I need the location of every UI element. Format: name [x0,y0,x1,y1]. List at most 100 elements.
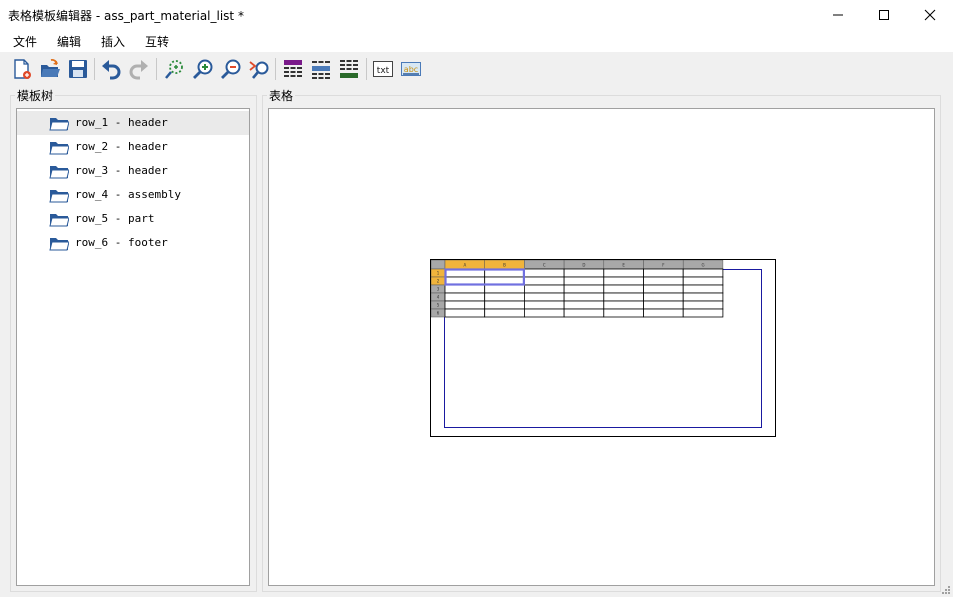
table-sheet[interactable]: ABCDEFG123456 [430,259,776,437]
table-cell[interactable] [524,300,565,310]
txt-icon: txt [373,61,393,77]
table-cell[interactable] [563,268,605,278]
table-cell[interactable] [603,308,644,318]
table-cell[interactable] [603,268,644,278]
row-header-label: 1 [437,271,440,276]
table-cell[interactable] [524,284,565,294]
fit-view-button[interactable] [163,57,187,81]
table-cell[interactable] [682,284,724,294]
column-header-label: B [503,263,506,268]
table-cell[interactable] [524,308,565,318]
zoom-reset-button[interactable] [247,57,271,81]
grid-corner [431,260,446,270]
table-cell[interactable] [563,276,605,286]
table-cell[interactable] [682,292,724,302]
tree-item-label: row_1 - header [75,116,168,129]
new-file-button[interactable] [10,57,34,81]
template-tree[interactable]: row_1 - header row_2 - header row_3 - he… [16,108,250,586]
menu-convert[interactable]: 互转 [143,33,171,50]
redo-button[interactable] [127,57,151,81]
tree-item[interactable]: row_6 - footer [17,231,249,255]
table-cell[interactable] [643,292,684,302]
table-style-3-button[interactable] [337,57,361,81]
table-cell[interactable] [484,292,525,302]
menu-edit[interactable]: 编辑 [55,33,83,50]
folder-icon [49,190,69,203]
table-cell[interactable] [484,284,525,294]
open-folder-button[interactable] [38,57,62,81]
table-style-3-icon [340,60,358,78]
maximize-icon [879,10,889,20]
table-cell[interactable] [524,276,565,286]
row-header-label: 6 [437,311,440,316]
table-cell[interactable] [444,292,486,302]
save-button[interactable] [66,57,90,81]
table-cell[interactable] [643,276,684,286]
table-cell[interactable] [524,268,565,278]
table-cell[interactable] [563,300,605,310]
undo-button[interactable] [99,57,123,81]
toolbar: txt abc [0,52,953,84]
column-header-label: D [582,263,585,268]
close-icon [924,9,936,21]
menu-bar: 文件 编辑 插入 互转 [0,30,953,52]
table-cell[interactable] [643,308,684,318]
minimize-button[interactable] [815,0,861,30]
table-style-2-button[interactable] [309,57,333,81]
table-cell[interactable] [643,300,684,310]
zoom-in-button[interactable] [191,57,215,81]
table-cell[interactable] [603,276,644,286]
tree-panel-title: 模板树 [15,87,56,104]
menu-insert[interactable]: 插入 [99,33,127,50]
undo-icon [102,60,121,80]
close-button[interactable] [907,0,953,30]
tree-item-label: row_3 - header [75,164,168,177]
tree-item[interactable]: row_5 - part [17,207,249,231]
table-cell[interactable] [444,284,486,294]
table-cell[interactable] [524,292,565,302]
table-cell[interactable] [682,268,724,278]
table-cell[interactable] [603,300,644,310]
table-style-1-icon [284,60,302,77]
tree-item-label: row_2 - header [75,140,168,153]
table-cell[interactable] [563,308,605,318]
table-cell[interactable] [484,300,525,310]
zoom-out-button[interactable] [219,57,243,81]
table-cell[interactable] [603,284,644,294]
folder-icon [49,118,69,131]
table-grid[interactable]: A B C D E F G123456 [431,260,777,438]
resize-grip-icon[interactable] [941,585,951,595]
table-cell[interactable] [563,284,605,294]
table-cell[interactable] [682,300,724,310]
save-icon [69,60,87,78]
txt-button[interactable]: txt [371,57,395,81]
row-header-label: 5 [437,303,440,308]
table-cell[interactable] [444,308,486,318]
tree-item[interactable]: row_2 - header [17,135,249,159]
table-cell[interactable] [603,292,644,302]
table-cell[interactable] [682,276,724,286]
table-cell[interactable] [643,268,684,278]
table-cell[interactable] [444,300,486,310]
table-canvas[interactable]: ABCDEFG123456 [268,108,935,586]
tree-item-label: row_6 - footer [75,236,168,249]
redo-icon [129,60,148,80]
maximize-button[interactable] [861,0,907,30]
abc-text-button[interactable]: abc [399,57,423,81]
tree-item[interactable]: row_3 - header [17,159,249,183]
table-style-1-button[interactable] [281,57,305,81]
new-file-icon [14,59,31,79]
folder-icon [49,166,69,179]
row-header-label: 4 [437,295,440,300]
table-cell[interactable] [484,308,525,318]
menu-file[interactable]: 文件 [11,33,39,50]
abc-text-icon: abc [401,62,421,76]
minimize-icon [833,14,843,16]
tree-item[interactable]: row_4 - assembly [17,183,249,207]
table-cell[interactable] [563,292,605,302]
table-cell[interactable] [682,308,724,318]
tree-item-label: row_5 - part [75,212,155,225]
tree-item[interactable]: row_1 - header [17,111,249,135]
table-cell[interactable] [643,284,684,294]
fit-view-icon [165,60,183,79]
